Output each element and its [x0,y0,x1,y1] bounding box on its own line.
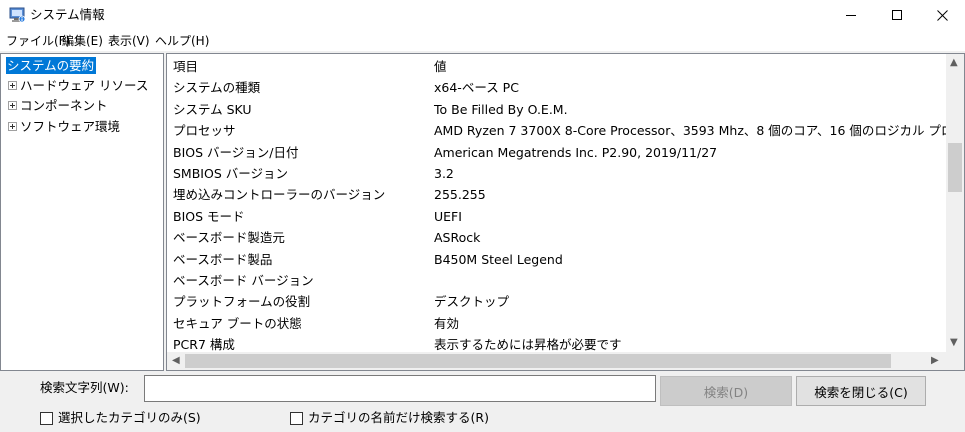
item-name: ベースボード製造元 [173,230,285,245]
item-value: デスクトップ [434,294,510,309]
expand-icon[interactable] [8,122,17,131]
close-window-button[interactable] [919,0,965,31]
menu-help[interactable]: ヘルプ(H) [155,33,209,49]
tree-item-components[interactable]: コンポーネント [1,96,163,115]
table-row[interactable]: プラットフォームの役割 デスクトップ [167,291,947,312]
item-value: x64-ベース PC [434,80,519,95]
tree-item-label: システムの要約 [6,57,97,74]
scroll-right-icon[interactable]: ▶ [931,355,939,367]
table-row[interactable]: システム SKU To Be Filled By O.E.M. [167,99,947,120]
maximize-button[interactable] [874,0,920,31]
item-value: To Be Filled By O.E.M. [434,102,568,117]
expand-icon[interactable] [8,101,17,110]
checkbox-box[interactable] [40,412,53,425]
scrollbar-corner [946,352,964,370]
selected-category-only-checkbox[interactable]: 選択したカテゴリのみ(S) [40,409,201,427]
table-row[interactable]: ベースボード バージョン [167,270,947,291]
item-name: ベースボード製品 [173,252,273,267]
column-header-value[interactable]: 値 [434,56,447,77]
expand-icon[interactable] [8,81,17,90]
checkbox-box[interactable] [290,412,303,425]
close-search-button[interactable]: 検索を閉じる(C) [796,376,926,406]
table-row[interactable]: セキュア ブートの状態 有効 [167,313,947,334]
item-name: 埋め込みコントローラーのバージョン [173,187,386,202]
scroll-up-icon[interactable]: ▲ [950,57,958,69]
search-label: 検索文字列(W): [40,380,129,395]
item-name: SMBIOS バージョン [173,166,288,181]
column-header-item[interactable]: 項目 [173,56,198,77]
menu-bar: ファイル(F) 編集(E) 表示(V) ヘルプ(H) [0,31,965,51]
tree-item-label: コンポーネント [20,98,108,113]
tree-item-software-environment[interactable]: ソフトウェア環境 [1,117,163,136]
tree-item-label: ソフトウェア環境 [20,119,121,134]
table-row[interactable]: BIOS バージョン/日付 American Megatrends Inc. P2… [167,142,947,163]
vertical-scrollbar[interactable]: ▲ ▼ [946,54,964,352]
table-row[interactable]: プロセッサ AMD Ryzen 7 3700X 8-Core Processor、… [167,120,964,141]
system-information-icon [9,7,26,23]
vertical-scroll-thumb[interactable] [948,143,962,192]
item-name: システムの種類 [173,80,261,95]
scroll-down-icon[interactable]: ▼ [950,337,958,349]
title-bar[interactable]: システム情報 [0,0,965,31]
table-row[interactable]: 埋め込みコントローラーのバージョン 255.255 [167,184,947,205]
menu-view[interactable]: 表示(V) [108,33,150,49]
maximize-icon [891,10,902,20]
item-name: BIOS モード [173,209,245,224]
menu-edit[interactable]: 編集(E) [62,33,103,49]
item-value: American Megatrends Inc. P2.90, 2019/11/… [434,145,718,160]
checkbox-label: カテゴリの名前だけ検索する(R) [308,410,489,425]
item-value: B450M Steel Legend [434,252,563,267]
menu-file[interactable]: ファイル(F) [6,33,70,49]
item-name: ベースボード バージョン [173,273,314,288]
horizontal-scroll-thumb[interactable] [185,354,891,368]
search-button[interactable]: 検索(D) [660,376,792,406]
table-row[interactable]: ベースボード製品 B450M Steel Legend [167,249,947,270]
checkbox-label: 選択したカテゴリのみ(S) [58,410,201,425]
search-input[interactable] [144,375,656,402]
table-row[interactable]: ベースボード製造元 ASRock [167,227,947,248]
item-value: 有効 [434,316,460,331]
item-value: ASRock [434,230,481,245]
table-row[interactable]: SMBIOS バージョン 3.2 [167,163,947,184]
table-row[interactable]: BIOS モード UEFI [167,206,947,227]
window-title: システム情報 [30,7,105,22]
close-icon [936,10,948,21]
tree-item-label: ハードウェア リソース [20,78,149,93]
item-name: システム SKU [173,102,252,117]
category-tree[interactable]: システムの要約 ハードウェア リソース コンポーネント ソフトウェア環境 [0,53,164,371]
item-name: セキュア ブートの状態 [173,316,302,331]
minimize-button[interactable] [828,0,874,31]
item-value: 3.2 [434,166,454,181]
item-value: AMD Ryzen 7 3700X 8-Core Processor、3593 … [434,123,965,138]
details-list[interactable]: 項目 値 システムの種類 x64-ベース PC システム SKU To Be Fil… [166,53,965,371]
item-name: BIOS バージョン/日付 [173,145,299,160]
category-names-only-checkbox[interactable]: カテゴリの名前だけ検索する(R) [290,409,490,427]
item-value: UEFI [434,209,462,224]
column-header-row: 項目 値 [167,56,947,77]
scroll-left-icon[interactable]: ◀ [172,355,180,367]
table-row[interactable]: システムの種類 x64-ベース PC [167,77,947,98]
minimize-icon [845,15,856,16]
tree-item-hardware-resources[interactable]: ハードウェア リソース [1,76,163,95]
horizontal-scrollbar[interactable]: ◀ ▶ [167,352,946,370]
tree-item-system-summary[interactable]: システムの要約 [1,56,163,75]
item-name: プラットフォームの役割 [173,294,311,309]
item-name: プロセッサ [173,123,236,138]
item-value: 255.255 [434,187,486,202]
